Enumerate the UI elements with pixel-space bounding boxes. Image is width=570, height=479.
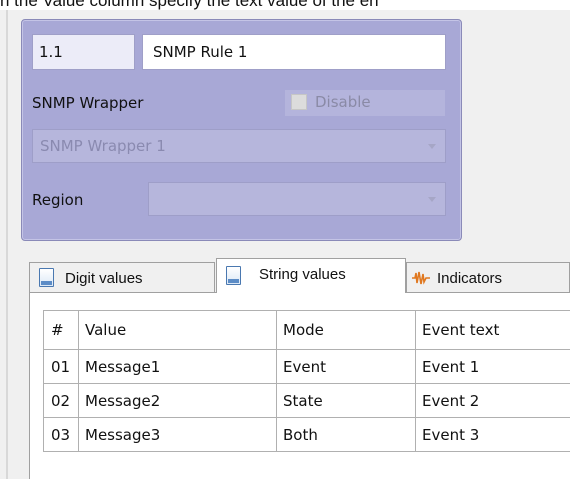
snmp-wrapper-label: SNMP Wrapper bbox=[32, 94, 144, 112]
disable-checkbox[interactable] bbox=[291, 94, 307, 110]
string-values-table: # Value Mode Event text 01 Message1 Even… bbox=[43, 310, 570, 452]
table-row[interactable]: 03 Message3 Both Event 3 bbox=[43, 417, 570, 452]
panel-divider bbox=[6, 10, 8, 479]
table-row[interactable]: 01 Message1 Event Event 1 bbox=[43, 349, 570, 384]
mode-cell[interactable]: State bbox=[276, 383, 416, 418]
instruction-text: n the Value column specify the text valu… bbox=[0, 0, 379, 10]
document-icon bbox=[39, 268, 54, 287]
event-text-cell[interactable]: Event 2 bbox=[415, 383, 570, 418]
mode-cell[interactable]: Both bbox=[276, 417, 416, 452]
tab-bar: Digit values String values Indicators bbox=[29, 258, 570, 293]
tab-string-values[interactable]: String values bbox=[216, 258, 406, 293]
rule-name-field[interactable]: SNMP Rule 1 bbox=[142, 34, 446, 70]
region-dropdown[interactable] bbox=[148, 182, 446, 216]
disable-label: Disable bbox=[315, 93, 371, 111]
row-number-cell[interactable]: 03 bbox=[43, 417, 79, 452]
chevron-down-icon bbox=[428, 197, 436, 202]
value-cell[interactable]: Message3 bbox=[78, 417, 277, 452]
value-cell[interactable]: Message1 bbox=[78, 349, 277, 384]
column-header-value[interactable]: Value bbox=[78, 310, 277, 350]
tab-digit-values[interactable]: Digit values bbox=[29, 262, 215, 292]
row-number-cell[interactable]: 02 bbox=[43, 383, 79, 418]
value-cell[interactable]: Message2 bbox=[78, 383, 277, 418]
rule-id-field[interactable]: 1.1 bbox=[32, 34, 135, 70]
document-icon bbox=[226, 266, 241, 285]
waveform-icon bbox=[412, 271, 430, 285]
column-header-mode[interactable]: Mode bbox=[276, 310, 416, 350]
tab-label: Indicators bbox=[437, 270, 503, 287]
event-text-cell[interactable]: Event 1 bbox=[415, 349, 570, 384]
tab-label: Digit values bbox=[65, 270, 143, 287]
rule-settings-group: 1.1 SNMP Rule 1 SNMP Wrapper Disable SNM… bbox=[21, 19, 462, 241]
column-header-event-text[interactable]: Event text bbox=[415, 310, 570, 350]
column-header-number[interactable]: # bbox=[43, 310, 79, 350]
tab-indicators[interactable]: Indicators bbox=[406, 262, 570, 292]
tab-label: String values bbox=[259, 266, 346, 283]
table-row[interactable]: 02 Message2 State Event 2 bbox=[43, 383, 570, 418]
row-number-cell[interactable]: 01 bbox=[43, 349, 79, 384]
snmp-wrapper-value: SNMP Wrapper 1 bbox=[40, 137, 166, 155]
disable-checkbox-container[interactable]: Disable bbox=[285, 90, 445, 116]
event-text-cell[interactable]: Event 3 bbox=[415, 417, 570, 452]
chevron-down-icon bbox=[428, 144, 436, 149]
mode-cell[interactable]: Event bbox=[276, 349, 416, 384]
region-label: Region bbox=[32, 191, 84, 209]
table-header-row: # Value Mode Event text bbox=[43, 310, 570, 350]
string-values-panel: # Value Mode Event text 01 Message1 Even… bbox=[29, 292, 570, 479]
snmp-wrapper-dropdown[interactable]: SNMP Wrapper 1 bbox=[32, 129, 446, 163]
